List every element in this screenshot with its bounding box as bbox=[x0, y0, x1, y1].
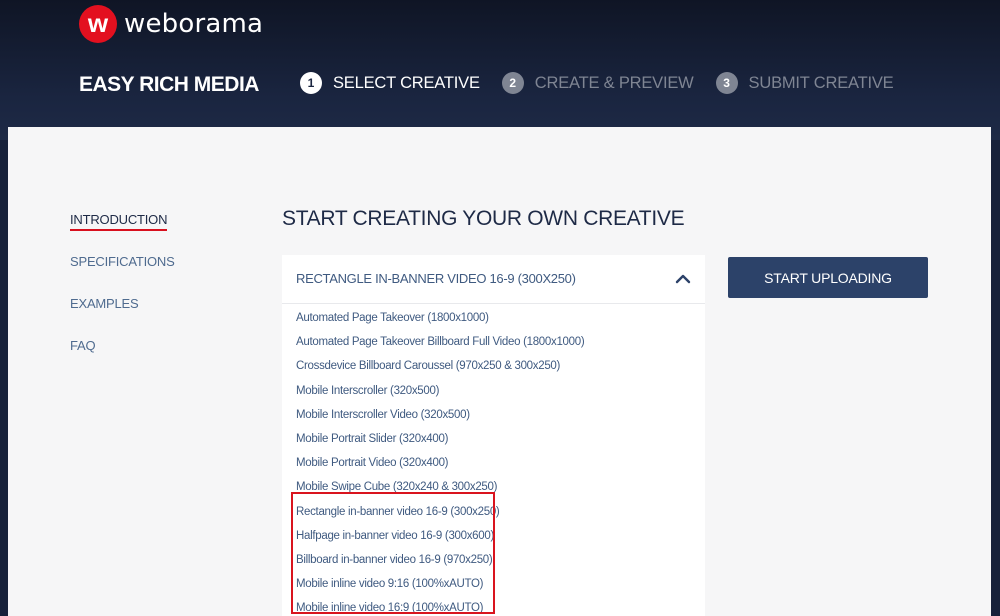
sidebar-item-label: INTRODUCTION bbox=[70, 212, 167, 231]
sidebar-item-label: FAQ bbox=[70, 338, 96, 353]
step-number-badge: 2 bbox=[501, 72, 524, 94]
format-option[interactable]: Mobile inline video 16:9 (100%xAUTO) bbox=[282, 596, 705, 616]
format-select-toggle[interactable]: RECTANGLE IN-BANNER VIDEO 16-9 (300X250) bbox=[282, 255, 705, 304]
format-option[interactable]: Mobile inline video 9:16 (100%xAUTO) bbox=[282, 572, 705, 596]
format-option[interactable]: Automated Page Takeover (1800x1000) bbox=[282, 306, 705, 330]
step-select-creative: 1 SELECT CREATIVE bbox=[300, 72, 480, 94]
step-submit-creative: 3 SUBMIT CREATIVE bbox=[715, 72, 894, 94]
content-card: INTRODUCTION SPECIFICATIONS EXAMPLES FAQ… bbox=[8, 127, 991, 616]
format-option[interactable]: Crossdevice Billboard Caroussel (970x250… bbox=[282, 354, 705, 378]
sidebar-item-specifications[interactable]: SPECIFICATIONS bbox=[70, 254, 175, 269]
brand-name: weborama bbox=[124, 9, 264, 39]
sidebar-item-introduction[interactable]: INTRODUCTION bbox=[70, 212, 175, 231]
step-label: SELECT CREATIVE bbox=[333, 73, 480, 92]
format-options-list: Automated Page Takeover (1800x1000) Auto… bbox=[282, 304, 705, 616]
sidebar-item-label: SPECIFICATIONS bbox=[70, 254, 175, 269]
step-progress: 1 SELECT CREATIVE 2 CREATE & PREVIEW 3 S… bbox=[300, 72, 915, 94]
format-dropdown: RECTANGLE IN-BANNER VIDEO 16-9 (300X250)… bbox=[282, 255, 705, 616]
format-option[interactable]: Automated Page Takeover Billboard Full V… bbox=[282, 330, 705, 354]
step-label: SUBMIT CREATIVE bbox=[748, 73, 894, 92]
format-option[interactable]: Mobile Interscroller (320x500) bbox=[282, 379, 705, 403]
step-number-badge: 3 bbox=[715, 72, 738, 94]
sidebar-nav: INTRODUCTION SPECIFICATIONS EXAMPLES FAQ bbox=[70, 212, 175, 380]
weborama-logo-icon: w bbox=[79, 5, 117, 43]
format-option[interactable]: Mobile Interscroller Video (320x500) bbox=[282, 403, 705, 427]
format-option[interactable]: Billboard in-banner video 16-9 (970x250) bbox=[282, 548, 705, 572]
page-title: START CREATING YOUR OWN CREATIVE bbox=[282, 207, 685, 230]
weborama-logo[interactable]: w weborama bbox=[79, 5, 263, 43]
start-uploading-button[interactable]: START UPLOADING bbox=[728, 257, 928, 298]
step-create-preview: 2 CREATE & PREVIEW bbox=[501, 72, 694, 94]
format-option[interactable]: Mobile Portrait Video (320x400) bbox=[282, 451, 705, 475]
format-option[interactable]: Mobile Swipe Cube (320x240 & 300x250) bbox=[282, 475, 705, 499]
format-option[interactable]: Mobile Portrait Slider (320x400) bbox=[282, 427, 705, 451]
format-option[interactable]: Halfpage in-banner video 16-9 (300x600) bbox=[282, 524, 705, 548]
step-label: CREATE & PREVIEW bbox=[534, 73, 694, 92]
chevron-up-icon[interactable] bbox=[673, 269, 693, 289]
sidebar-item-faq[interactable]: FAQ bbox=[70, 338, 175, 353]
format-selected-value: RECTANGLE IN-BANNER VIDEO 16-9 (300X250) bbox=[296, 271, 576, 286]
app-title: EASY RICH MEDIA bbox=[79, 73, 259, 96]
sidebar-item-examples[interactable]: EXAMPLES bbox=[70, 296, 175, 311]
header: w weborama EASY RICH MEDIA 1 SELECT CREA… bbox=[0, 0, 1000, 140]
format-option[interactable]: Rectangle in-banner video 16-9 (300x250) bbox=[282, 500, 705, 524]
sidebar-item-label: EXAMPLES bbox=[70, 296, 139, 311]
step-number-badge: 1 bbox=[300, 72, 322, 94]
